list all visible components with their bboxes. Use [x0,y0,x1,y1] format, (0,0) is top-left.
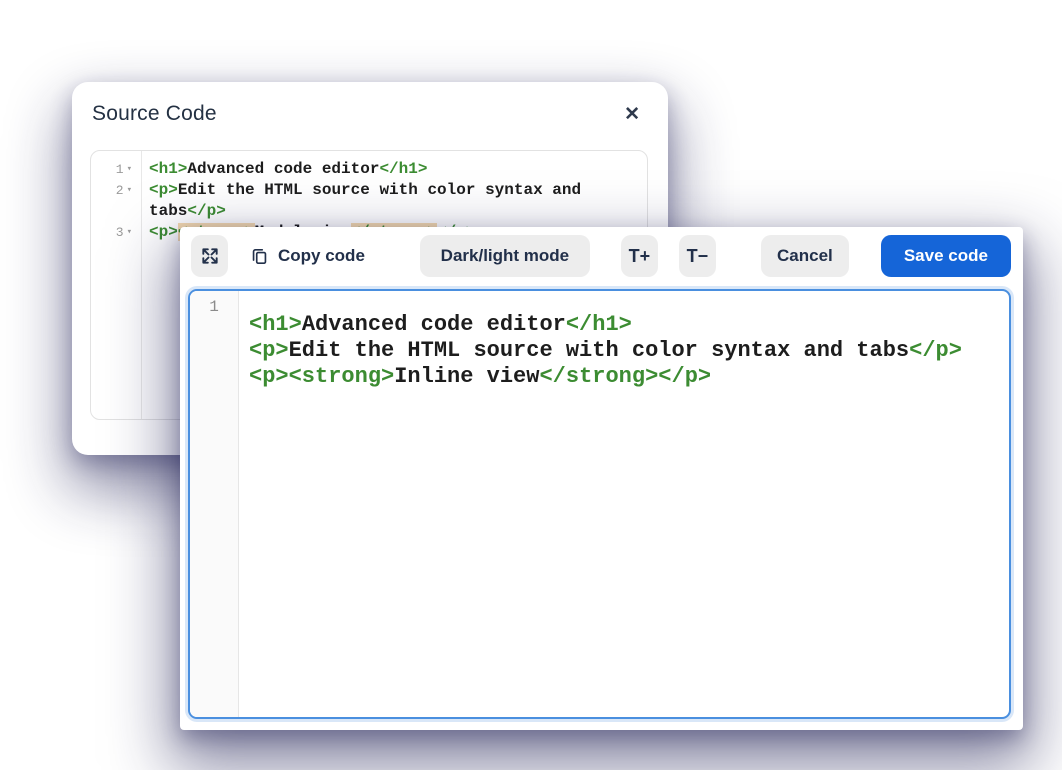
code-tag: <h1> [249,312,302,337]
copy-icon [250,247,269,266]
line-number: 2 [116,180,124,201]
code-line-text: <p>Edit the HTML source with color synta… [249,338,962,364]
code-tag: </h1> [379,160,427,178]
code-tag: </p> [658,364,711,389]
code-tag: <p> [249,364,289,389]
code-text-area[interactable]: <h1>Advanced code editor</h1><p>Edit the… [239,291,1009,717]
line-number: 3 [116,222,124,243]
code-tag: <strong> [289,364,395,389]
modal-header: Source Code ✕ [72,82,668,126]
code-line-text: <h1>Advanced code editor</h1> [141,159,641,180]
font-increase-button[interactable]: T+ [621,235,658,277]
inline-code-editor-panel: Copy code Dark/light mode T+ T− Cancel S… [180,227,1023,730]
fold-triangle-icon[interactable]: ▾ [127,180,132,201]
font-decrease-button[interactable]: T− [679,235,716,277]
fold-triangle-icon[interactable]: ▾ [127,222,132,243]
code-line: <h1>Advanced code editor</h1> [249,312,999,338]
editor-toolbar: Copy code Dark/light mode T+ T− Cancel S… [188,235,1011,277]
dark-light-mode-button[interactable]: Dark/light mode [420,235,590,277]
code-text: Advanced code editor [187,160,379,178]
code-text: Edit the HTML source with color syntax a… [289,338,910,363]
gutter-cell: 2▾ [91,180,141,201]
code-line: 1▾<h1>Advanced code editor</h1> [91,159,641,180]
gutter-cell: 3▾ [91,222,141,243]
code-line: <p>Edit the HTML source with color synta… [249,338,999,364]
code-tag: </p> [187,202,225,220]
code-tag: </p> [909,338,962,363]
code-line: 2▾<p>Edit the HTML source with color syn… [91,180,641,222]
code-tag: <p> [149,181,178,199]
code-line-text: <h1>Advanced code editor</h1> [249,312,632,338]
close-icon[interactable]: ✕ [620,103,644,126]
modal-title: Source Code [92,102,217,126]
code-line-text: <p><strong>Inline view</strong></p> [249,364,711,390]
save-code-button[interactable]: Save code [881,235,1011,277]
gutter-cell: 1▾ [91,159,141,180]
fold-triangle-icon[interactable]: ▾ [127,159,132,180]
code-line: <p><strong>Inline view</strong></p> [249,364,999,390]
cancel-button[interactable]: Cancel [761,235,849,277]
copy-code-label: Copy code [278,246,365,266]
code-tag: <p> [249,338,289,363]
expand-icon [200,246,220,266]
copy-code-button[interactable]: Copy code [250,235,365,277]
code-tag: <p> [149,223,178,241]
line-number: 1 [209,298,219,316]
code-tag: <h1> [149,160,187,178]
fullscreen-button[interactable] [191,235,228,277]
code-tag: </h1> [566,312,632,337]
line-number-gutter: 1 [190,291,239,717]
code-text: Inline view [394,364,539,389]
code-text: Advanced code editor [302,312,566,337]
inline-source-editor[interactable]: 1 <h1>Advanced code editor</h1><p>Edit t… [188,289,1011,719]
code-line-text: <p>Edit the HTML source with color synta… [141,180,641,222]
code-tag: </strong> [539,364,658,389]
line-number: 1 [116,159,124,180]
